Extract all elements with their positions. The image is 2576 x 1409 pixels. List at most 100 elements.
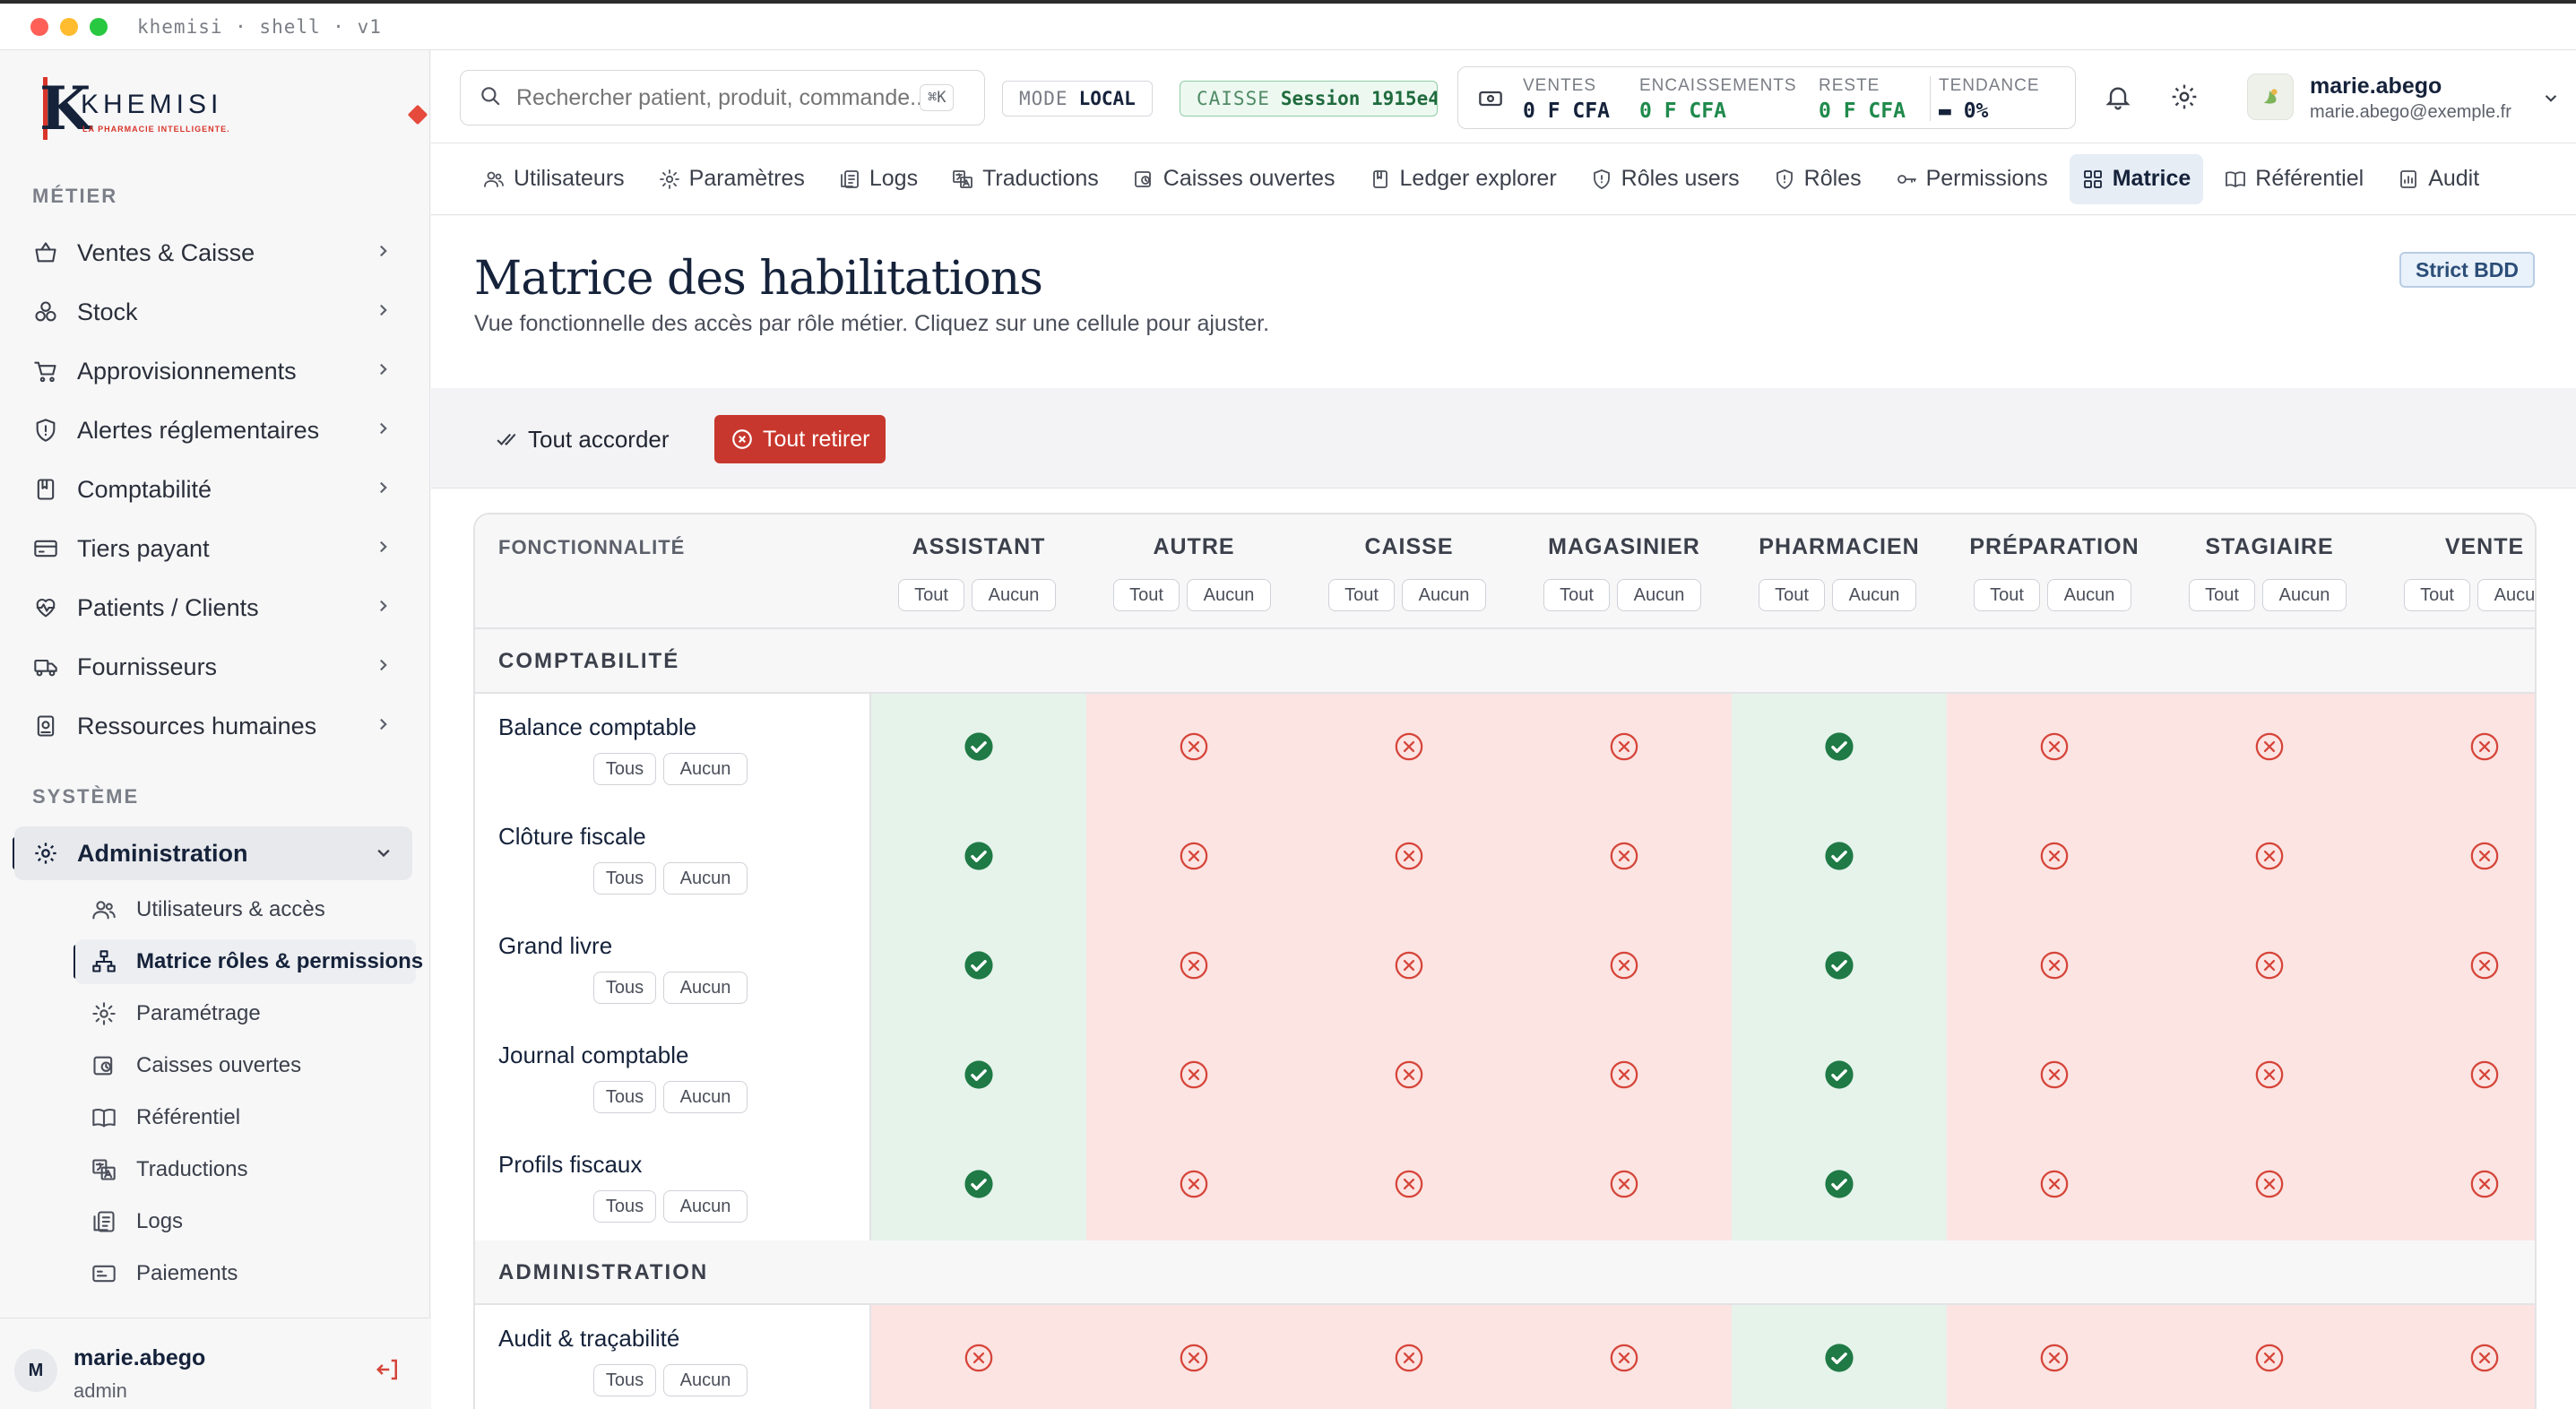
permission-cell-denied[interactable] <box>1086 694 1301 803</box>
row-revoke-all-chip[interactable]: Aucun <box>663 1364 748 1396</box>
permission-cell-denied[interactable] <box>2162 1022 2377 1131</box>
global-search[interactable]: ⌘K <box>460 70 985 125</box>
permission-cell-denied[interactable] <box>2377 912 2535 1022</box>
permission-cell-denied[interactable] <box>1086 1022 1301 1131</box>
role-grant-all-chip[interactable]: Tout <box>1543 579 1610 611</box>
permission-cell-granted[interactable] <box>1732 1131 1947 1240</box>
permission-cell-denied[interactable] <box>1086 1305 1301 1409</box>
user-menu[interactable]: marie.abego marie.abego@exemple.fr <box>2247 68 2570 127</box>
tab-r-f-rentiel[interactable]: Référentiel <box>2212 154 2376 204</box>
caisse-session-indicator[interactable]: CAISSE Session 1915e4 <box>1180 81 1438 117</box>
tab-permissions[interactable]: Permissions <box>1883 154 2061 204</box>
row-grant-all-chip[interactable]: Tous <box>593 1081 656 1113</box>
row-revoke-all-chip[interactable]: Aucun <box>663 1190 748 1223</box>
tab-caisses-ouvertes[interactable]: Caisses ouvertes <box>1120 154 1348 204</box>
permission-cell-granted[interactable] <box>871 803 1086 912</box>
sidebar-item-approvisionnements[interactable]: Approvisionnements <box>14 344 412 398</box>
permission-cell-denied[interactable] <box>1947 1131 2162 1240</box>
permission-cell-denied[interactable] <box>1086 912 1301 1022</box>
role-grant-all-chip[interactable]: Tout <box>1759 579 1825 611</box>
search-input[interactable] <box>516 84 920 111</box>
sidebar-item-alertes-r-glementaires[interactable]: Alertes réglementaires <box>14 403 412 457</box>
sidebar-subitem-caisses-ouvertes[interactable]: Caisses ouvertes <box>75 1043 416 1088</box>
row-grant-all-chip[interactable]: Tous <box>593 862 656 895</box>
role-revoke-all-chip[interactable]: Aucun <box>2047 579 2131 611</box>
tab-matrice[interactable]: Matrice <box>2069 153 2204 204</box>
grant-all-button[interactable]: Tout accorder <box>496 415 670 463</box>
tab-param-tres[interactable]: Paramètres <box>646 154 817 204</box>
permission-cell-denied[interactable] <box>1301 912 1517 1022</box>
sidebar-item-stock[interactable]: Stock <box>14 285 412 339</box>
sidebar-subitem-utilisateurs-acc-s[interactable]: Utilisateurs & accès <box>75 887 416 932</box>
role-grant-all-chip[interactable]: Tout <box>1328 579 1395 611</box>
sidebar-subitem-paiements[interactable]: Paiements <box>75 1251 416 1296</box>
permission-cell-denied[interactable] <box>1086 1131 1301 1240</box>
tab-audit[interactable]: Audit <box>2385 154 2492 204</box>
brand-logo[interactable]: K KHEMISI LA PHARMACIE INTELLIGENTE. <box>36 68 428 158</box>
permission-cell-denied[interactable] <box>1947 803 2162 912</box>
role-revoke-all-chip[interactable]: Aucun <box>1832 579 1916 611</box>
permission-cell-denied[interactable] <box>1517 694 1732 803</box>
role-revoke-all-chip[interactable]: Aucun <box>2477 579 2535 611</box>
tab-logs[interactable]: Logs <box>826 154 930 204</box>
permission-cell-granted[interactable] <box>1732 1022 1947 1131</box>
sidebar-item-patients-clients[interactable]: Patients / Clients <box>14 581 412 635</box>
permission-cell-denied[interactable] <box>1517 803 1732 912</box>
logout-icon[interactable] <box>375 1356 403 1385</box>
tab-traductions[interactable]: Traductions <box>939 154 1111 204</box>
permission-cell-denied[interactable] <box>871 1305 1086 1409</box>
row-revoke-all-chip[interactable]: Aucun <box>663 753 748 785</box>
sidebar-subitem-param-trage[interactable]: Paramétrage <box>75 991 416 1036</box>
sidebar-subitem-logs[interactable]: Logs <box>75 1199 416 1244</box>
permission-cell-denied[interactable] <box>2162 803 2377 912</box>
tab-r-les-users[interactable]: Rôles users <box>1578 154 1752 204</box>
close-window-button[interactable] <box>30 17 48 36</box>
permission-cell-denied[interactable] <box>1301 803 1517 912</box>
permission-cell-granted[interactable] <box>871 694 1086 803</box>
permission-cell-denied[interactable] <box>2377 1022 2535 1131</box>
role-revoke-all-chip[interactable]: Aucun <box>1402 579 1486 611</box>
row-grant-all-chip[interactable]: Tous <box>593 1190 656 1223</box>
row-revoke-all-chip[interactable]: Aucun <box>663 862 748 895</box>
permission-cell-denied[interactable] <box>1301 1131 1517 1240</box>
row-revoke-all-chip[interactable]: Aucun <box>663 1081 748 1113</box>
maximize-window-button[interactable] <box>90 17 108 36</box>
role-revoke-all-chip[interactable]: Aucun <box>1617 579 1701 611</box>
tab-r-les[interactable]: Rôles <box>1761 154 1874 204</box>
role-grant-all-chip[interactable]: Tout <box>2189 579 2255 611</box>
permission-cell-denied[interactable] <box>1947 1305 2162 1409</box>
row-grant-all-chip[interactable]: Tous <box>593 972 656 1004</box>
role-revoke-all-chip[interactable]: Aucun <box>1187 579 1271 611</box>
permission-cell-denied[interactable] <box>1301 694 1517 803</box>
permission-cell-granted[interactable] <box>1732 803 1947 912</box>
permission-cell-denied[interactable] <box>1301 1305 1517 1409</box>
revoke-all-button[interactable]: Tout retirer <box>714 415 886 463</box>
permission-cell-denied[interactable] <box>2377 803 2535 912</box>
sidebar-subitem-r-f-rentiel[interactable]: Référentiel <box>75 1095 416 1140</box>
permission-cell-denied[interactable] <box>1086 803 1301 912</box>
sidebar-subitem-matrice-r-les-permissions[interactable]: Matrice rôles & permissions <box>75 939 423 984</box>
tab-ledger-explorer[interactable]: Ledger explorer <box>1357 154 1569 204</box>
permission-cell-granted[interactable] <box>871 1131 1086 1240</box>
permission-cell-granted[interactable] <box>1732 912 1947 1022</box>
permission-cell-granted[interactable] <box>1732 1305 1947 1409</box>
permission-cell-denied[interactable] <box>2162 1131 2377 1240</box>
role-revoke-all-chip[interactable]: Aucun <box>2262 579 2347 611</box>
tab-utilisateurs[interactable]: Utilisateurs <box>471 154 637 204</box>
permission-cell-granted[interactable] <box>871 912 1086 1022</box>
permission-cell-denied[interactable] <box>2162 912 2377 1022</box>
sidebar-item-tiers-payant[interactable]: Tiers payant <box>14 522 412 575</box>
permission-cell-denied[interactable] <box>1517 1131 1732 1240</box>
sidebar-item-fournisseurs[interactable]: Fournisseurs <box>14 640 412 694</box>
permission-cell-denied[interactable] <box>1947 694 2162 803</box>
permission-cell-denied[interactable] <box>1947 1022 2162 1131</box>
notifications-bell-icon[interactable] <box>2100 79 2136 115</box>
permission-cell-denied[interactable] <box>2377 694 2535 803</box>
role-grant-all-chip[interactable]: Tout <box>2404 579 2470 611</box>
role-grant-all-chip[interactable]: Tout <box>898 579 964 611</box>
role-grant-all-chip[interactable]: Tout <box>1974 579 2040 611</box>
permission-cell-denied[interactable] <box>1517 1022 1732 1131</box>
permission-cell-denied[interactable] <box>2377 1131 2535 1240</box>
sidebar-user-footer[interactable]: M marie.abego admin <box>0 1318 430 1409</box>
row-grant-all-chip[interactable]: Tous <box>593 1364 656 1396</box>
